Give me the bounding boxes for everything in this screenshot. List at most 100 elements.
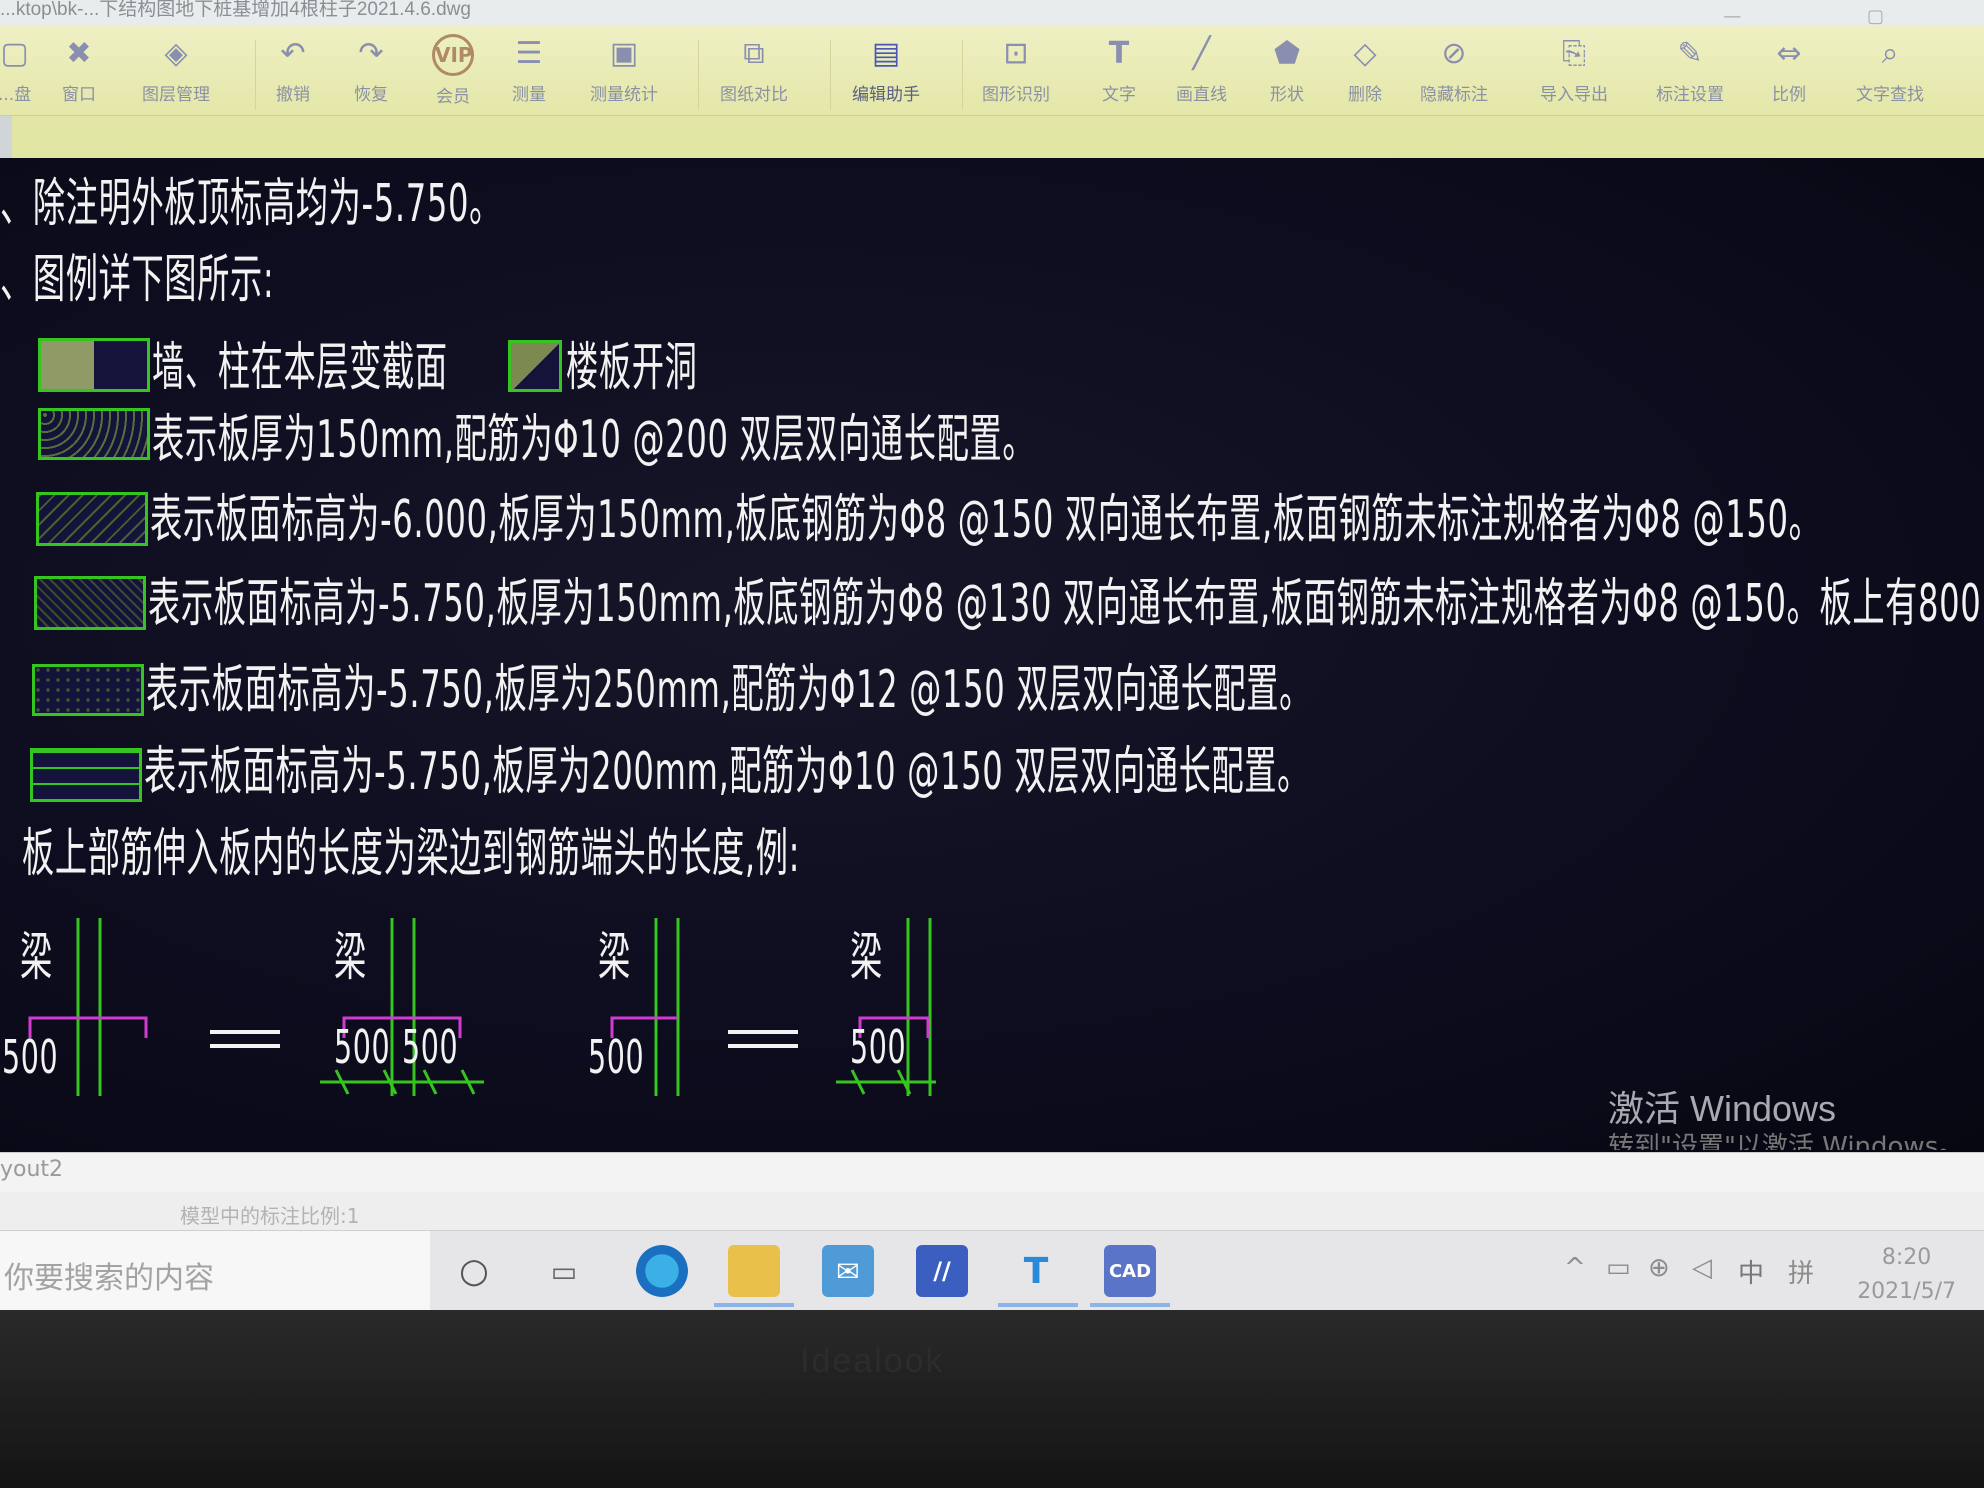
tool-hide-annotation[interactable]: ⊘ 隐藏标注 — [1420, 34, 1488, 105]
annotation-scale-text: 模型中的标注比例:1 — [180, 1204, 360, 1228]
tool-measure[interactable]: ☰ 测量 — [512, 34, 546, 105]
toolbar-separator — [962, 40, 963, 110]
tool-annotation-settings[interactable]: ✎ 标注设置 — [1656, 34, 1724, 105]
beam-label: 梁 — [20, 928, 53, 988]
note-slab-elevation: 、除注明外板顶标高均为-5.750。 — [0, 174, 502, 234]
beam-label: 梁 — [850, 928, 883, 988]
cortana-icon[interactable]: ○ — [448, 1245, 500, 1297]
title-bar: ...ktop\bk-...下结构图地下桩基增加4根柱子2021.4.6.dwg… — [0, 0, 1984, 27]
tool-disk[interactable]: ▢ ...盘 — [0, 34, 31, 105]
tool-compare[interactable]: ⧉ 图纸对比 — [720, 34, 788, 105]
tool-redo[interactable]: ↷ 恢复 — [354, 34, 388, 105]
edge-browser-icon[interactable] — [636, 1245, 688, 1297]
window-title: ...ktop\bk-...下结构图地下桩基增加4根柱子2021.4.6.dwg — [0, 0, 471, 20]
legend-row-2: 表示板面标高为-6.000,板厚为150mm,板底钢筋为Φ8 @150 双向通长… — [150, 490, 1822, 550]
beam-label: 梁 — [334, 928, 367, 988]
legend-swatch-hatch-dots — [38, 408, 150, 460]
legend-opening-label: 楼板开洞 — [566, 338, 698, 398]
tool-layers[interactable]: ◈ 图层管理 — [142, 34, 210, 105]
volume-icon[interactable]: ◁ — [1692, 1253, 1712, 1283]
tool-text[interactable]: T 文字 — [1102, 34, 1136, 105]
tool-line[interactable]: ╱ 画直线 — [1176, 34, 1227, 105]
taskbar-search-box[interactable]: 你要搜索的内容 — [0, 1231, 430, 1310]
windows-activation-subtitle: 转到"设置"以激活 Windows。 — [1608, 1132, 1965, 1150]
mail-icon[interactable]: ✉ — [822, 1245, 874, 1297]
cad-viewer-icon[interactable]: CAD — [1104, 1245, 1156, 1297]
task-view-icon[interactable]: ▭ — [538, 1245, 590, 1297]
active-app-indicator — [1090, 1303, 1170, 1307]
monitor-bezel: Idealook — [0, 1310, 1984, 1488]
import-export-icon: ⎘ — [1562, 36, 1586, 71]
eraser-icon: ◇ — [1353, 36, 1377, 71]
legend-swatch-hatch-diagonal — [36, 492, 148, 546]
ime-mode-indicator[interactable]: 拼 — [1788, 1253, 1814, 1290]
search-placeholder: 你要搜索的内容 — [4, 1261, 214, 1296]
network-icon[interactable]: ⊕ — [1648, 1253, 1670, 1283]
file-explorer-icon[interactable] — [728, 1245, 780, 1297]
dimension-500: 500 — [850, 1020, 907, 1074]
shape-icon: ⬟ — [1273, 36, 1301, 71]
ime-language-indicator[interactable]: 中 — [1738, 1253, 1764, 1290]
undo-icon: ↶ — [280, 36, 306, 71]
layout-tab[interactable]: yout2 — [0, 1157, 63, 1182]
tool-measure-stats[interactable]: ▣ 测量统计 — [590, 34, 658, 105]
dimension-500: 500 — [588, 1030, 645, 1084]
active-app-indicator — [714, 1303, 794, 1307]
panel-tab[interactable] — [0, 116, 12, 158]
tool-edit-assistant[interactable]: ▤ 编辑助手 — [852, 34, 920, 105]
beam-label: 梁 — [598, 928, 631, 988]
edit-assistant-icon: ▤ — [871, 36, 901, 71]
text-icon: T — [1108, 36, 1130, 71]
text-app-icon[interactable]: T — [1010, 1245, 1062, 1297]
annotation-settings-icon: ✎ — [1677, 36, 1703, 71]
shape-recognize-icon: ⊡ — [1003, 36, 1029, 71]
taskbar-clock[interactable]: 8:20 2021/5/7 — [1857, 1241, 1956, 1309]
tool-delete[interactable]: ◇ 删除 — [1348, 34, 1382, 105]
toolbar-separator — [698, 40, 699, 110]
window-controls[interactable]: — ▢ — [1723, 6, 1944, 27]
monitor-screen: ...ktop\bk-...下结构图地下桩基增加4根柱子2021.4.6.dwg… — [0, 0, 1984, 1310]
clock-date: 2021/5/7 — [1857, 1279, 1956, 1304]
rebar-length-note: 板上部筋伸入板内的长度为梁边到钢筋端头的长度,例: — [22, 824, 801, 884]
tool-undo[interactable]: ↶ 撤销 — [276, 34, 310, 105]
tool-window[interactable]: ✖ 窗口 — [62, 34, 96, 105]
measure-stats-icon: ▣ — [609, 36, 639, 71]
chevron-up-icon[interactable]: ^ — [1564, 1253, 1586, 1283]
legend-row-5: 表示板面标高为-5.750,板厚为200mm,配筋为Φ10 @150 双层双向通… — [144, 742, 1311, 802]
dimension-500: 500 — [334, 1020, 391, 1074]
windows-taskbar: 你要搜索的内容 ○ ▭ ✉ // T CAD ^ ▭ ⊕ ◁ 中 拼 8:20 … — [0, 1230, 1984, 1310]
dimension-500: 500 — [2, 1030, 59, 1084]
status-bar: 模型中的标注比例:1 — [0, 1192, 1984, 1230]
legend-swatch-hatch-cross — [34, 576, 146, 630]
tool-shape-recognize[interactable]: ⊡ 图形识别 — [982, 34, 1050, 105]
legend-wall-label: 墙、柱在本层变截面 — [152, 338, 448, 398]
window-icon: ✖ — [66, 36, 92, 71]
measure-icon: ☰ — [515, 36, 543, 71]
battery-icon[interactable]: ▭ — [1606, 1253, 1631, 1283]
cad-canvas[interactable]: 、除注明外板顶标高均为-5.750。 、图例详下图所示: 墙、柱在本层变截面 楼… — [0, 158, 1984, 1152]
legend-swatch-wall — [38, 338, 150, 392]
vip-icon: VIP — [432, 34, 474, 76]
clock-time: 8:20 — [1881, 1245, 1932, 1270]
tool-text-search[interactable]: ⌕ 文字查找 — [1856, 34, 1924, 105]
note-legend: 、图例详下图所示: — [0, 250, 275, 310]
disk-icon: ▢ — [0, 36, 29, 71]
toolbar-separator — [830, 40, 831, 110]
cad-app-icon[interactable]: // — [916, 1245, 968, 1297]
legend-swatch-opening — [508, 340, 562, 392]
legend-row-4: 表示板面标高为-5.750,板厚为250mm,配筋为Φ12 @150 双层双向通… — [146, 660, 1313, 720]
ribbon-toolbar: ▢ ...盘 ✖ 窗口 ◈ 图层管理 ↶ 撤销 ↷ 恢复 VIP 会员 ☰ 测量 — [0, 26, 1984, 116]
windows-activation-title: 激活 Windows — [1608, 1088, 1837, 1129]
tool-shape[interactable]: ⬟ 形状 — [1270, 34, 1304, 105]
tool-import-export[interactable]: ⎘ 导入导出 — [1540, 34, 1608, 105]
scale-icon: ⇔ — [1776, 36, 1802, 71]
layout-tab-bar: yout2 — [0, 1152, 1984, 1192]
tool-scale[interactable]: ⇔ 比例 — [1772, 34, 1806, 105]
hide-annotation-icon: ⊘ — [1441, 36, 1467, 71]
active-app-indicator — [998, 1303, 1078, 1307]
monitor-brand-logo: Idealook — [800, 1342, 945, 1380]
layers-icon: ◈ — [164, 36, 188, 71]
tool-vip[interactable]: VIP 会员 — [432, 34, 474, 107]
legend-swatch-hatch-sparse — [32, 664, 144, 716]
compare-icon: ⧉ — [743, 36, 765, 71]
